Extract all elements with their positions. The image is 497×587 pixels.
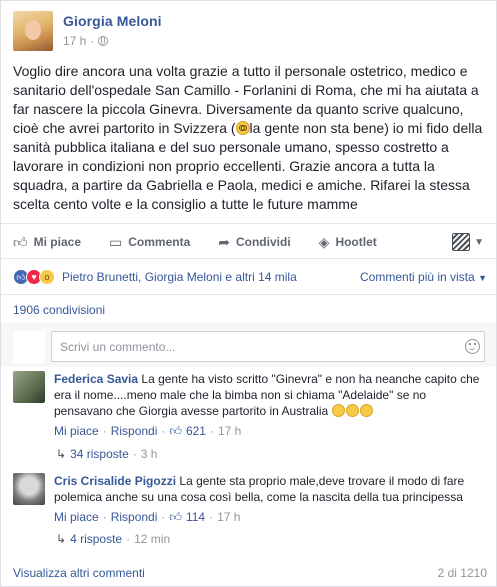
share-arrow-icon: ➦ [218, 233, 230, 250]
replies-time: 12 min [134, 532, 171, 546]
hootlet-label: Hootlet [335, 235, 377, 249]
view-replies-link[interactable]: ↳ 34 risposte · 3 h [56, 447, 157, 461]
comment-reply-link[interactable]: Rispondi [111, 423, 158, 439]
share-audience-selector[interactable]: ▼ [452, 233, 484, 251]
current-user-avatar [13, 331, 45, 363]
comment-input[interactable] [51, 331, 485, 362]
view-replies-link[interactable]: ↳ 4 risposte · 12 min [56, 532, 170, 546]
comment-time[interactable]: 17 h [217, 509, 240, 525]
post-card: Giorgia Meloni 17 h · Voglio dire ancora… [0, 0, 497, 587]
commenter-avatar[interactable] [13, 473, 45, 505]
commenter-name[interactable]: Federica Savia [54, 372, 138, 386]
post-time[interactable]: 17 h [63, 34, 86, 48]
comments-footer: Visualizza altri commenti 2 di 1210 [13, 566, 487, 580]
separator-dot: · [102, 510, 107, 524]
share-button[interactable]: ➦ Condividi [218, 234, 290, 251]
separator-dot: · [209, 424, 214, 438]
reaction-names[interactable]: Pietro Brunetti, Giorgia Meloni e altri … [62, 270, 297, 284]
flushed-emoji-icon [235, 121, 250, 135]
author-name[interactable]: Giorgia Meloni [63, 13, 162, 29]
hootlet-button[interactable]: ◈ Hootlet [319, 234, 377, 251]
shares-count[interactable]: 1906 condivisioni [13, 303, 105, 317]
separator-dot: · [90, 34, 95, 48]
reactions-row: 👍︎ ♥ o Pietro Brunetti, Giorgia Meloni e… [13, 267, 487, 287]
comment-like-count[interactable]: 114 [186, 509, 205, 525]
comment-button[interactable]: ▭ Commenta [109, 234, 190, 251]
page-thumbnail-icon [452, 233, 471, 251]
action-bar: 👍︎ Mi piace ▭ Commenta ➦ Condividi ◈ Hoo… [1, 229, 496, 255]
comment-reply-link[interactable]: Rispondi [111, 509, 158, 525]
replies-count: 4 risposte [70, 532, 123, 546]
author-avatar[interactable] [13, 11, 53, 51]
laughing-emoji-icon [345, 404, 359, 417]
thumbs-up-icon: 👍︎ [169, 510, 182, 524]
reply-arrow-icon: ↳ [56, 447, 67, 461]
emoji-picker-icon[interactable] [465, 339, 480, 354]
separator-dot: · [161, 424, 166, 438]
laughing-emoji-icon [359, 404, 373, 417]
comment-order-dropdown[interactable]: Commenti più in vista ▼ [360, 270, 487, 284]
like-label: Mi piace [33, 235, 81, 249]
hootlet-owl-icon: ◈ [318, 233, 330, 250]
comment-composer [1, 323, 496, 367]
replies-time: 3 h [140, 447, 158, 461]
speech-bubble-icon: ▭ [109, 233, 123, 250]
reply-arrow-icon: ↳ [56, 532, 67, 546]
separator-dot: · [132, 447, 137, 461]
comment-time[interactable]: 17 h [218, 423, 241, 439]
post-text: Voglio dire ancora una volta grazie a tu… [13, 62, 487, 214]
comment-label: Commenta [128, 235, 191, 249]
comment-like-link[interactable]: Mi piace [54, 423, 99, 439]
like-button[interactable]: 👍︎ Mi piace [13, 234, 81, 251]
post-header: Giorgia Meloni 17 h · [13, 11, 162, 51]
wow-reaction-icon[interactable]: o [39, 269, 55, 285]
commenter-avatar[interactable] [13, 371, 45, 403]
divider [1, 258, 496, 259]
caret-down-icon: ▼ [478, 273, 487, 283]
separator-dot: · [161, 510, 166, 524]
divider [1, 294, 496, 295]
comment-like-link[interactable]: Mi piace [54, 509, 99, 525]
comment-order-label: Commenti più in vista [360, 270, 475, 284]
thumbs-up-icon: 👍︎ [13, 233, 28, 250]
separator-dot: · [209, 510, 214, 524]
replies-count: 34 risposte [70, 447, 129, 461]
comment-like-count[interactable]: 621 [186, 423, 206, 439]
thumbs-up-icon: 👍︎ [169, 424, 182, 438]
separator-dot: · [102, 424, 107, 438]
divider [1, 223, 496, 224]
caret-down-icon: ▼ [474, 236, 484, 248]
commenter-name[interactable]: Cris Crisalide Pigozzi [54, 474, 176, 488]
separator-dot: · [126, 532, 131, 546]
share-label: Condividi [235, 235, 291, 249]
view-more-comments-link[interactable]: Visualizza altri commenti [13, 566, 145, 580]
globe-icon [98, 36, 109, 46]
comments-count: 2 di 1210 [437, 566, 487, 580]
laughing-emoji-icon [331, 404, 345, 417]
